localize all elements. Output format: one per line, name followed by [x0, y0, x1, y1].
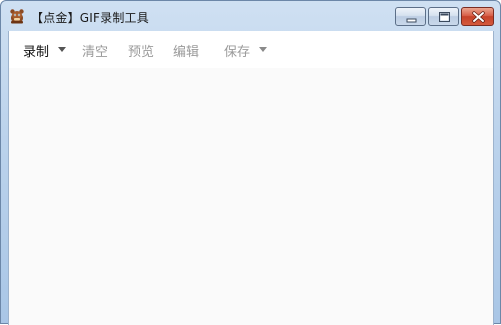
- menu-item-save[interactable]: 保存: [224, 41, 250, 60]
- menu-item-preview[interactable]: 预览: [128, 41, 154, 60]
- title-bar[interactable]: 【点金】GIF录制工具: [1, 1, 500, 31]
- app-window: 【点金】GIF录制工具 录制 清空 预览 编辑 保存: [0, 0, 501, 325]
- menu-item-clear[interactable]: 清空: [82, 41, 108, 60]
- close-icon: [472, 11, 485, 23]
- canvas-area: [9, 68, 493, 325]
- client-area: 录制 清空 预览 编辑 保存: [8, 31, 494, 325]
- close-button[interactable]: [461, 7, 494, 26]
- record-dropdown-arrow-icon[interactable]: [58, 47, 66, 52]
- maximize-icon: [439, 12, 450, 22]
- app-mascot-icon[interactable]: [9, 8, 25, 24]
- menu-item-edit[interactable]: 编辑: [173, 41, 199, 60]
- window-title: 【点金】GIF录制工具: [31, 11, 149, 25]
- minimize-button[interactable]: [395, 7, 426, 26]
- menu-bar: 录制 清空 预览 编辑 保存: [9, 31, 493, 68]
- minimize-icon: [406, 18, 417, 23]
- menu-item-record[interactable]: 录制: [23, 41, 49, 60]
- save-dropdown-arrow-icon[interactable]: [259, 47, 267, 52]
- maximize-button[interactable]: [428, 7, 459, 26]
- caption-buttons: [395, 7, 494, 26]
